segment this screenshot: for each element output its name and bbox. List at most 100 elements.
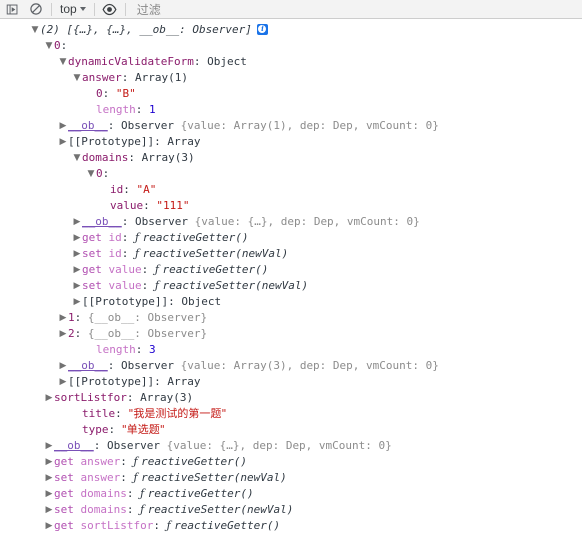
token-accessor: id [108, 231, 122, 244]
token-plain: : [153, 519, 167, 532]
token-prop: 0 [54, 39, 61, 52]
tree-node-answer[interactable]: ▼ answer: Array(1) [0, 70, 582, 86]
collapsed-arrow-icon[interactable]: ▶ [72, 262, 82, 278]
token-prop-ob: __ob__ [82, 215, 122, 228]
collapsed-arrow-icon[interactable]: ▶ [72, 246, 82, 262]
tree-leaf-title[interactable]: ·title: "我是测试的第一题" [0, 406, 582, 422]
collapsed-arrow-icon[interactable]: ▶ [72, 230, 82, 246]
collapsed-arrow-icon[interactable]: ▶ [44, 518, 54, 534]
execution-context-selector[interactable]: top [55, 1, 91, 18]
eye-icon[interactable] [98, 0, 122, 18]
expanded-arrow-icon[interactable]: ▼ [72, 150, 82, 166]
step-into-icon[interactable] [0, 0, 24, 18]
tree-node-set-answer[interactable]: ▶ set answer: ƒ reactiveSetter(newVal) [0, 470, 582, 486]
tree-node-set-domains[interactable]: ▶ set domains: ƒ reactiveSetter(newVal) [0, 502, 582, 518]
tree-node-domains-prototype[interactable]: ▶ [[Prototype]]: Array [0, 374, 582, 390]
chevron-down-icon [79, 7, 86, 11]
token-plain: : [154, 375, 168, 388]
token-objname: Object [181, 295, 222, 308]
collapsed-arrow-icon[interactable]: ▶ [44, 438, 54, 454]
tree-node-domain-ob[interactable]: ▶ __ob__: Observer {value: {…}, dep: Dep,… [0, 214, 582, 230]
collapsed-arrow-icon[interactable]: ▶ [44, 502, 54, 518]
info-badge-label: i [258, 24, 267, 33]
tree-node-get-answer[interactable]: ▶ get answer: ƒ reactiveGetter() [0, 454, 582, 470]
token-objname: Object [207, 55, 247, 68]
tree-node-answer-prototype[interactable]: ▶ [[Prototype]]: Array [0, 134, 582, 150]
token-plain: : [102, 87, 116, 100]
expanded-arrow-icon[interactable]: ▼ [86, 166, 96, 182]
expanded-arrow-icon[interactable]: ▼ [72, 70, 82, 86]
clear-console-icon[interactable] [24, 0, 48, 18]
tree-node-get-sort-listfor[interactable]: ▶ get sortListfor: ƒ reactiveGetter() [0, 518, 582, 534]
no-arrow-spacer: · [86, 86, 96, 102]
collapsed-arrow-icon[interactable]: ▶ [58, 358, 68, 374]
token-accessor: value [108, 263, 142, 276]
token-plain: : [74, 327, 88, 340]
collapsed-arrow-icon[interactable]: ▶ [58, 374, 68, 390]
token-plain: : [93, 439, 107, 452]
no-arrow-spacer: · [86, 342, 96, 358]
tree-node-form-ob[interactable]: ▶ __ob__: Observer {value: {…}, dep: Dep,… [0, 438, 582, 454]
tree-node-set-id[interactable]: ▶ set id: ƒ reactiveSetter(newVal) [0, 246, 582, 262]
tree-leaf-type[interactable]: ·type: "单选题" [0, 422, 582, 438]
tree-node-get-id[interactable]: ▶ get id: ƒ reactiveGetter() [0, 230, 582, 246]
token-kw: get [82, 263, 109, 276]
collapsed-arrow-icon[interactable]: ▶ [72, 294, 82, 310]
tree-node-get-value[interactable]: ▶ get value: ƒ reactiveGetter() [0, 262, 582, 278]
token-plain: : [121, 71, 135, 84]
expanded-arrow-icon[interactable]: ▼ [44, 38, 54, 54]
token-plain: : [128, 151, 142, 164]
collapsed-arrow-icon[interactable]: ▶ [44, 470, 54, 486]
token-kw: get [54, 519, 81, 532]
tree-leaf-answer-0[interactable]: ·0: "B" [0, 86, 582, 102]
console-output: ▼ (2) [{…}, {…}, __ob__: Observer] i ▼ 0: ▼ dy… [0, 19, 582, 534]
token-plain: : [123, 183, 137, 196]
expanded-arrow-icon[interactable]: ▼ [58, 54, 68, 70]
token-kw: get [54, 455, 81, 468]
tree-leaf-answer-length[interactable]: ·length: 1 [0, 102, 582, 118]
tree-node-sort-listfor[interactable]: ▶ sortListfor: Array(3) [0, 390, 582, 406]
token-accessor: answer [80, 471, 121, 484]
token-str cjk: "单选题" [121, 423, 165, 436]
collapsed-arrow-icon[interactable]: ▶ [58, 118, 68, 134]
collapsed-arrow-icon[interactable]: ▶ [44, 454, 54, 470]
collapsed-arrow-icon[interactable]: ▶ [44, 390, 54, 406]
tree-node-dynamic-validate-form[interactable]: ▼ dynamicValidateForm: Object [0, 54, 582, 70]
tree-node-domains-1[interactable]: ▶ 1: {__ob__: Observer} [0, 310, 582, 326]
tree-node-get-domains[interactable]: ▶ get domains: ƒ reactiveGetter() [0, 486, 582, 502]
tree-leaf-domain-id[interactable]: ·id: "A" [0, 182, 582, 198]
tree-node-index-0[interactable]: ▼ 0: [0, 38, 582, 54]
token-kw: set [82, 279, 109, 292]
tree-node-domains-ob[interactable]: ▶ __ob__: Observer {value: Array(3), dep:… [0, 358, 582, 374]
token-preview: {__ob__: Observer} [87, 311, 208, 324]
collapsed-arrow-icon[interactable]: ▶ [72, 214, 82, 230]
tree-leaf-domain-value[interactable]: ·value: "111" [0, 198, 582, 214]
tree-node-domains-2[interactable]: ▶ 2: {__ob__: Observer} [0, 326, 582, 342]
token-proto: [[Prototype]] [68, 135, 155, 148]
collapsed-arrow-icon[interactable]: ▶ [44, 486, 54, 502]
filter-input[interactable]: 过滤 [129, 1, 582, 18]
tree-node-answer-ob[interactable]: ▶ __ob__: Observer {value: Array(1), dep:… [0, 118, 582, 134]
token-objname: Observer [135, 215, 195, 228]
collapsed-arrow-icon[interactable]: ▶ [72, 278, 82, 294]
token-plain: : [107, 119, 121, 132]
tree-node-domains-0[interactable]: ▼ 0: [0, 166, 582, 182]
collapsed-arrow-icon[interactable]: ▶ [58, 310, 68, 326]
token-str cjk: "我是测试的第一题" [128, 407, 227, 420]
console-root-array[interactable]: ▼ (2) [{…}, {…}, __ob__: Observer] i [0, 22, 582, 38]
tree-node-set-value[interactable]: ▶ set value: ƒ reactiveSetter(newVal) [0, 278, 582, 294]
tree-node-domains[interactable]: ▼ domains: Array(3) [0, 150, 582, 166]
expanded-arrow-icon[interactable]: ▼ [30, 22, 40, 38]
token-accessor: answer [80, 455, 121, 468]
token-accessor: sortListfor [80, 519, 154, 532]
token-preview: {value: Array(1), dep: Dep, vmCount: 0} [180, 119, 439, 132]
token-kw: set [54, 471, 81, 484]
collapsed-arrow-icon[interactable]: ▶ [58, 326, 68, 342]
token-preview: {value: {…}, dep: Dep, vmCount: 0} [166, 439, 392, 452]
toolbar-divider-1 [51, 2, 52, 16]
collapsed-arrow-icon[interactable]: ▶ [58, 134, 68, 150]
tree-leaf-domains-length[interactable]: ·length: 3 [0, 342, 582, 358]
token-plain: : [141, 279, 155, 292]
info-badge[interactable]: i [256, 23, 268, 35]
tree-node-domain-prototype[interactable]: ▶ [[Prototype]]: Object [0, 294, 582, 310]
